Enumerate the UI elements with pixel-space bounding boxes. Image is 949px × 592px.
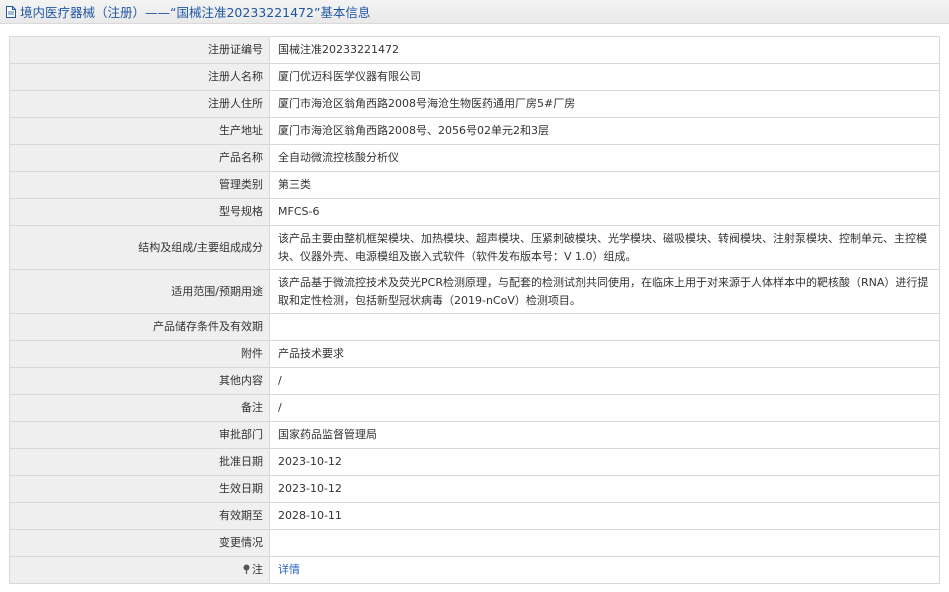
table-row: 有效期至 2028-10-11 — [9, 502, 940, 530]
field-label: 产品名称 — [9, 144, 270, 172]
field-value: 该产品主要由整机框架模块、加热模块、超声模块、压紧刺破模块、光学模块、磁吸模块、… — [269, 225, 940, 270]
table-row: 注册证编号 国械注准20233221472 — [9, 36, 940, 64]
table-row: 注册人名称 厦门优迈科医学仪器有限公司 — [9, 63, 940, 91]
field-label: 其他内容 — [9, 367, 270, 395]
field-value: 国家药品监督管理局 — [269, 421, 940, 449]
note-label: 注 — [252, 563, 263, 576]
field-value: 2023-10-12 — [269, 448, 940, 476]
field-label: 产品储存条件及有效期 — [9, 313, 270, 341]
note-label-cell: 注 — [9, 556, 270, 584]
document-icon — [6, 5, 16, 18]
info-table: 注册证编号 国械注准20233221472 注册人名称 厦门优迈科医学仪器有限公司 注册… — [9, 36, 940, 584]
field-value: 第三类 — [269, 171, 940, 199]
field-value: / — [269, 394, 940, 422]
field-value: 该产品基于微流控技术及荧光PCR检测原理，与配套的检测试剂共同使用，在临床上用于… — [269, 269, 940, 314]
table-row: 注册人住所 厦门市海沧区翁角西路2008号海沧生物医药通用厂房5#厂房 — [9, 90, 940, 118]
table-row: 变更情况 — [9, 529, 940, 557]
field-value: 厦门市海沧区翁角西路2008号海沧生物医药通用厂房5#厂房 — [269, 90, 940, 118]
field-value: / — [269, 367, 940, 395]
pin-icon — [243, 564, 250, 574]
field-value: 产品技术要求 — [269, 340, 940, 368]
table-row: 产品储存条件及有效期 — [9, 313, 940, 341]
field-label: 批准日期 — [9, 448, 270, 476]
field-label: 结构及组成/主要组成成分 — [9, 225, 270, 270]
details-link[interactable]: 详情 — [278, 563, 300, 576]
field-value: 2028-10-11 — [269, 502, 940, 530]
field-label: 有效期至 — [9, 502, 270, 530]
field-value: 国械注准20233221472 — [269, 36, 940, 64]
field-label: 型号规格 — [9, 198, 270, 226]
field-label: 生效日期 — [9, 475, 270, 503]
page-title: 境内医疗器械（注册）——“国械注准20233221472”基本信息 — [20, 5, 371, 20]
field-value — [269, 529, 940, 557]
field-label: 生产地址 — [9, 117, 270, 145]
table-row: 批准日期 2023-10-12 — [9, 448, 940, 476]
field-label: 备注 — [9, 394, 270, 422]
table-row: 附件 产品技术要求 — [9, 340, 940, 368]
field-value: 厦门优迈科医学仪器有限公司 — [269, 63, 940, 91]
field-label: 适用范围/预期用途 — [9, 269, 270, 314]
field-label: 审批部门 — [9, 421, 270, 449]
field-label: 注册人住所 — [9, 90, 270, 118]
field-label: 附件 — [9, 340, 270, 368]
table-row: 管理类别 第三类 — [9, 171, 940, 199]
field-value: 2023-10-12 — [269, 475, 940, 503]
table-row: 产品名称 全自动微流控核酸分析仪 — [9, 144, 940, 172]
table-row: 生产地址 厦门市海沧区翁角西路2008号、2056号02单元2和3层 — [9, 117, 940, 145]
table-row: 生效日期 2023-10-12 — [9, 475, 940, 503]
table-row: 审批部门 国家药品监督管理局 — [9, 421, 940, 449]
field-label: 管理类别 — [9, 171, 270, 199]
page-header: 境内医疗器械（注册）——“国械注准20233221472”基本信息 — [0, 0, 949, 24]
table-row: 型号规格 MFCS-6 — [9, 198, 940, 226]
field-value — [269, 313, 940, 341]
note-row: 注 详情 — [9, 556, 940, 584]
note-value-cell: 详情 — [269, 556, 940, 584]
field-value: 厦门市海沧区翁角西路2008号、2056号02单元2和3层 — [269, 117, 940, 145]
table-row: 结构及组成/主要组成成分 该产品主要由整机框架模块、加热模块、超声模块、压紧刺破模… — [9, 225, 940, 270]
field-label: 注册人名称 — [9, 63, 270, 91]
table-row: 备注 / — [9, 394, 940, 422]
field-value: 全自动微流控核酸分析仪 — [269, 144, 940, 172]
field-label: 变更情况 — [9, 529, 270, 557]
field-label: 注册证编号 — [9, 36, 270, 64]
table-row: 适用范围/预期用途 该产品基于微流控技术及荧光PCR检测原理，与配套的检测试剂共同… — [9, 269, 940, 314]
table-row: 其他内容 / — [9, 367, 940, 395]
field-value: MFCS-6 — [269, 198, 940, 226]
